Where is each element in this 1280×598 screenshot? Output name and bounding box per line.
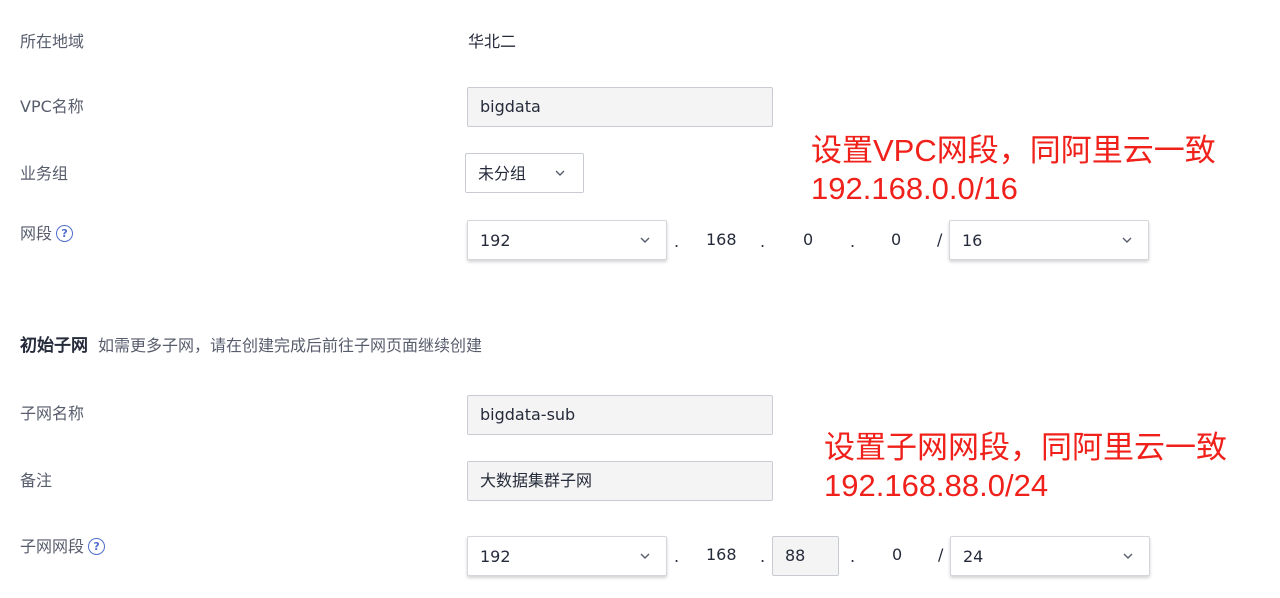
- initial-subnet-description: 如需更多子网，请在创建完成后前往子网页面继续创建: [98, 336, 483, 355]
- question-circle-icon[interactable]: ?: [56, 225, 74, 242]
- subnet-slash: /: [938, 545, 944, 564]
- cidr-octet3: 0: [803, 230, 814, 249]
- subnet-name-input[interactable]: bigdata-sub: [467, 395, 773, 435]
- cidr-separator-1: .: [674, 232, 680, 251]
- chevron-down-icon: [553, 154, 567, 192]
- cidr-separator-3: .: [850, 232, 856, 251]
- annotation-subnet-cidr-line2: 192.168.88.0/24: [824, 468, 1049, 503]
- vpc-name-input[interactable]: bigdata: [467, 87, 773, 127]
- subnet-separator-1: .: [674, 547, 680, 566]
- subnet-mask-value: 24: [963, 547, 984, 566]
- cidr-separator-2: .: [760, 232, 766, 251]
- business-group-select[interactable]: 未分组: [465, 153, 584, 193]
- cidr-octet1-value: 192: [480, 231, 511, 250]
- cidr-label: 网段?: [20, 223, 74, 245]
- subnet-octet3-input[interactable]: 88: [772, 536, 839, 576]
- remark-label: 备注: [20, 471, 53, 490]
- business-group-label: 业务组: [20, 164, 69, 183]
- annotation-subnet-cidr-line1: 设置子网网段，同阿里云一致: [824, 430, 1227, 465]
- remark-input[interactable]: 大数据集群子网: [467, 461, 773, 501]
- initial-subnet-header: 初始子网 如需更多子网，请在创建完成后前往子网页面继续创建: [20, 334, 482, 358]
- cidr-mask-select[interactable]: 16: [949, 220, 1149, 260]
- annotation-vpc-cidr-line1: 设置VPC网段，同阿里云一致: [811, 133, 1216, 168]
- subnet-octet2: 168: [706, 545, 737, 564]
- question-circle-icon[interactable]: ?: [88, 538, 106, 555]
- cidr-label-text: 网段: [20, 224, 53, 243]
- chevron-down-icon: [638, 537, 652, 575]
- subnet-cidr-label: 子网网段?: [20, 536, 106, 558]
- subnet-octet1-select[interactable]: 192: [467, 536, 667, 576]
- chevron-down-icon: [1121, 537, 1135, 575]
- business-group-value: 未分组: [478, 164, 527, 183]
- cidr-octet4: 0: [891, 230, 902, 249]
- subnet-cidr-label-text: 子网网段: [20, 537, 85, 556]
- subnet-octet4: 0: [892, 545, 903, 564]
- subnet-octet1-value: 192: [480, 547, 511, 566]
- subnet-separator-2: .: [760, 547, 766, 566]
- cidr-mask-value: 16: [962, 231, 983, 250]
- chevron-down-icon: [1120, 221, 1134, 259]
- annotation-vpc-cidr: 设置VPC网段，同阿里云一致 192.168.0.0/16: [811, 132, 1216, 208]
- region-value: 华北二: [468, 32, 517, 51]
- cidr-octet2: 168: [706, 230, 737, 249]
- cidr-slash: /: [937, 230, 943, 249]
- subnet-name-label: 子网名称: [20, 404, 85, 423]
- subnet-separator-3: .: [850, 547, 856, 566]
- chevron-down-icon: [638, 221, 652, 259]
- vpc-name-label: VPC名称: [20, 97, 84, 116]
- annotation-vpc-cidr-line2: 192.168.0.0/16: [811, 171, 1018, 206]
- cidr-octet1-select[interactable]: 192: [467, 220, 667, 260]
- annotation-subnet-cidr: 设置子网网段，同阿里云一致 192.168.88.0/24: [824, 429, 1227, 505]
- region-label: 所在地域: [20, 32, 85, 51]
- subnet-mask-select[interactable]: 24: [950, 536, 1150, 576]
- initial-subnet-title: 初始子网: [20, 336, 88, 356]
